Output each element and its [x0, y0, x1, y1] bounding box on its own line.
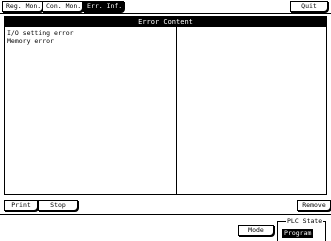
plc-state-label: PLC State — [286, 217, 324, 225]
stop-button[interactable]: Stop — [38, 200, 78, 211]
top-separator — [0, 13, 331, 14]
list-item[interactable]: I/O setting error — [7, 29, 173, 37]
error-list: I/O setting error Memory error — [7, 29, 173, 45]
plc-state-group: PLC State Program — [277, 217, 326, 241]
remove-button[interactable]: Remove — [297, 200, 331, 211]
bottom-separator — [0, 214, 331, 215]
mode-button[interactable]: Mode — [238, 225, 274, 236]
tab-err-inf[interactable]: Err. Inf. — [83, 1, 124, 12]
print-button[interactable]: Print — [4, 200, 38, 211]
panel-divider — [176, 27, 177, 194]
plc-state-value: Program — [282, 229, 314, 238]
quit-button[interactable]: Quit — [290, 1, 328, 12]
error-content-panel: Error Content I/O setting error Memory e… — [4, 16, 327, 195]
tab-con-mon[interactable]: Con. Mon. — [42, 1, 83, 12]
list-item[interactable]: Memory error — [7, 37, 173, 45]
panel-title: Error Content — [5, 17, 326, 27]
tab-reg-mon[interactable]: Reg. Mon. — [2, 1, 43, 12]
